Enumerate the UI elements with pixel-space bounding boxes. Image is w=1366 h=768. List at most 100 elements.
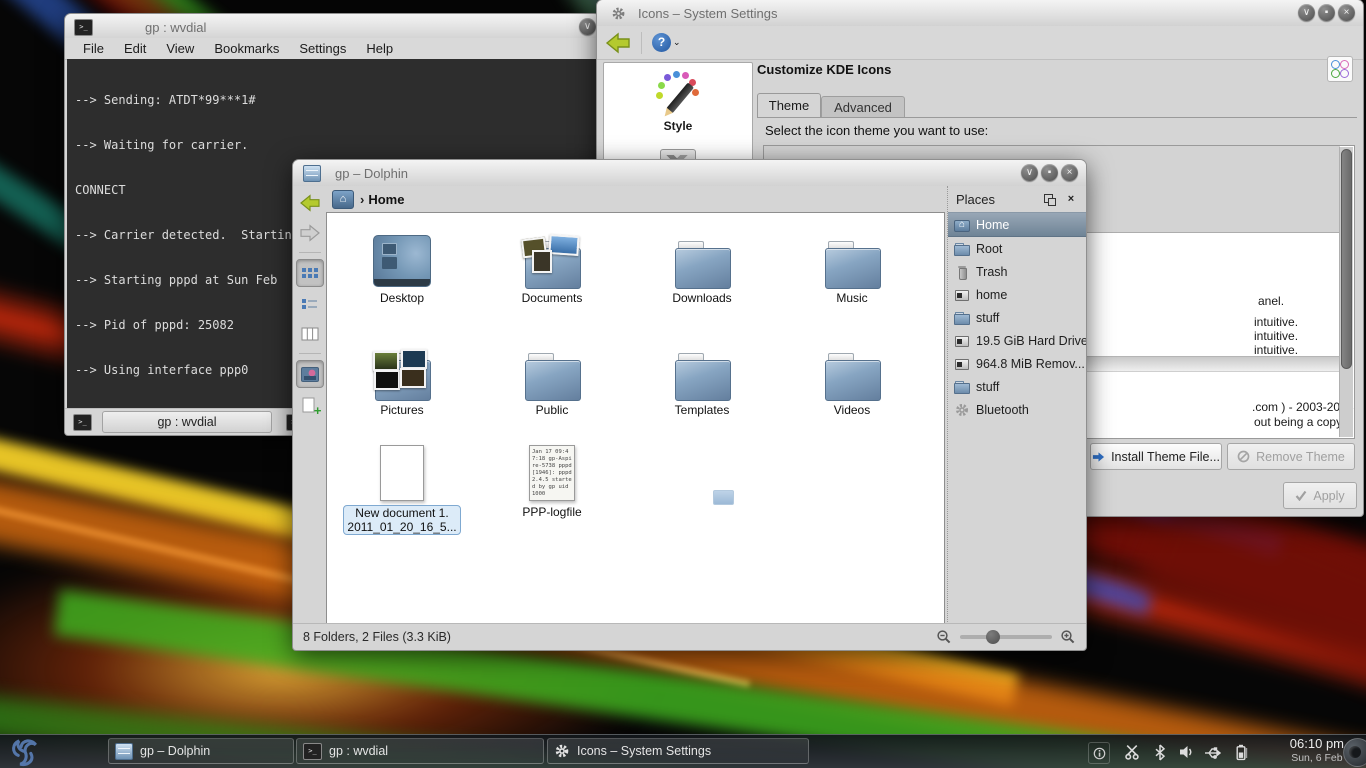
back-button[interactable] (297, 190, 323, 216)
task-wvdial[interactable]: >_ gp : wvdial (296, 738, 544, 764)
maximize-button[interactable]: ▪ (1318, 4, 1335, 21)
places-panel: Places × Home Root Trash home stuff 19.5… (947, 186, 1086, 624)
place-item-trash[interactable]: Trash (948, 260, 1086, 283)
system-settings-window-title: Icons – System Settings (638, 6, 777, 21)
install-icon (1092, 451, 1105, 463)
place-item-home-partition[interactable]: home (948, 283, 1086, 306)
list-scrollbar-thumb[interactable] (1341, 149, 1352, 369)
minimize-button[interactable]: ∨ (579, 18, 596, 35)
icons-view-icon (302, 268, 306, 272)
apply-button[interactable]: Apply (1283, 482, 1357, 509)
folder-icon (954, 379, 970, 395)
breadcrumb-home-icon[interactable]: ⌂ (332, 190, 354, 209)
sidebar-item-style[interactable]: Style (604, 71, 752, 133)
zoom-out-icon[interactable] (936, 629, 952, 645)
place-item-stuff-2[interactable]: stuff (948, 375, 1086, 398)
remove-theme-button[interactable]: Remove Theme (1227, 443, 1355, 470)
preview-button[interactable] (296, 360, 324, 388)
place-item-hard-drive[interactable]: 19.5 GiB Hard Drive (948, 329, 1086, 352)
back-button[interactable] (605, 32, 631, 54)
notifications-icon[interactable] (1088, 742, 1110, 764)
folder-icon (825, 241, 879, 287)
close-button[interactable]: × (1061, 164, 1078, 181)
icons-view-button[interactable] (296, 259, 324, 287)
panel-close-button[interactable]: × (1064, 192, 1078, 206)
help-dropdown-arrow[interactable]: ⌄ (673, 37, 681, 48)
list-scrollbar[interactable] (1339, 147, 1353, 437)
panel-toolbox-cashew[interactable] (1343, 738, 1366, 767)
file-label: Music (787, 291, 917, 305)
minimize-button[interactable]: ∨ (1298, 4, 1315, 21)
terminal-icon: >_ (303, 743, 322, 760)
install-theme-button[interactable]: Install Theme File... (1090, 443, 1222, 470)
folder-icon (954, 241, 970, 257)
tab-advanced[interactable]: Advanced (821, 96, 905, 118)
file-item-pictures[interactable]: Pictures (337, 333, 467, 417)
columns-view-button[interactable] (297, 321, 323, 347)
forward-button[interactable] (297, 220, 323, 246)
bluetooth-icon[interactable] (1150, 742, 1170, 762)
folder-icon (525, 353, 579, 399)
battery-icon[interactable] (1232, 742, 1252, 762)
panel-float-button[interactable] (1042, 192, 1056, 206)
close-button[interactable]: × (1338, 4, 1355, 21)
clipboard-icon[interactable] (1122, 742, 1142, 762)
place-item-stuff[interactable]: stuff (948, 306, 1086, 329)
trash-icon (954, 264, 970, 280)
help-button[interactable]: ? (652, 33, 671, 52)
new-tab-button[interactable]: >_ (73, 414, 92, 431)
theme-description-fragment: intuitive. (1254, 343, 1298, 357)
menu-bookmarks[interactable]: Bookmarks (214, 41, 279, 56)
file-label: Templates (637, 403, 767, 417)
file-item-downloads[interactable]: Downloads (637, 221, 767, 305)
place-item-root[interactable]: Root (948, 237, 1086, 260)
maximize-button[interactable]: ▪ (1041, 164, 1058, 181)
dolphin-file-view[interactable]: Desktop Documents Downloads Music (326, 212, 945, 624)
tab-theme[interactable]: Theme (757, 93, 821, 118)
device-notifier-icon[interactable] (1202, 742, 1222, 762)
file-item-music[interactable]: Music (787, 221, 917, 305)
task-system-settings[interactable]: Icons – System Settings (547, 738, 809, 764)
theme-description-fragment: intuitive. (1254, 315, 1298, 329)
file-item-desktop[interactable]: Desktop (337, 221, 467, 305)
desktop: >_ gp : wvdial ∨ ▪ × File Edit View Book… (0, 0, 1366, 768)
place-item-removable[interactable]: 964.8 MiB Remov... (948, 352, 1086, 375)
place-item-bluetooth[interactable]: Bluetooth (948, 398, 1086, 421)
terminal-menubar: File Edit View Bookmarks Settings Help (65, 38, 600, 60)
dolphin-window: gp – Dolphin ∨ ▪ × ⌂ › Home (293, 160, 1086, 650)
file-item-videos[interactable]: Videos (787, 333, 917, 417)
status-text: 8 Folders, 2 Files (3.3 KiB) (303, 630, 451, 644)
breadcrumb-home-label[interactable]: Home (368, 192, 404, 207)
minimize-button[interactable]: ∨ (1021, 164, 1038, 181)
file-item-ppp-logfile[interactable]: Jan 17 09:47:18 gp-Aspire-5738 pppd[1946… (487, 435, 617, 519)
menu-view[interactable]: View (166, 41, 194, 56)
zoom-slider-handle[interactable] (986, 630, 1000, 644)
system-settings-titlebar[interactable]: Icons – System Settings ∨ ▪ × (597, 0, 1363, 26)
menu-file[interactable]: File (83, 41, 104, 56)
file-item-documents[interactable]: Documents (487, 221, 617, 305)
launcher-logo[interactable] (5, 736, 45, 767)
file-item-public[interactable]: Public (487, 333, 617, 417)
theme-description-fragment: anel. (1258, 294, 1284, 308)
settings-page-title: Customize KDE Icons (757, 62, 891, 77)
menu-settings[interactable]: Settings (299, 41, 346, 56)
toolbar-separator (299, 353, 321, 354)
task-dolphin[interactable]: gp – Dolphin (108, 738, 294, 764)
terminal-tab[interactable]: gp : wvdial (102, 411, 272, 433)
zoom-slider[interactable] (960, 635, 1052, 639)
file-item-new-document[interactable]: New document 1.2011_01_20_16_5... (337, 435, 467, 535)
zoom-in-icon[interactable] (1060, 629, 1076, 645)
clock[interactable]: 06:10 pm Sun, 6 Feb (1290, 737, 1344, 765)
desktop-folder-icon (373, 235, 431, 287)
file-item-templates[interactable]: Templates (637, 333, 767, 417)
place-item-home[interactable]: Home (948, 212, 1086, 237)
menu-edit[interactable]: Edit (124, 41, 146, 56)
volume-icon[interactable] (1176, 742, 1196, 762)
menu-help[interactable]: Help (366, 41, 393, 56)
dolphin-titlebar[interactable]: gp – Dolphin ∨ ▪ × (293, 160, 1086, 186)
details-view-button[interactable] (297, 291, 323, 317)
split-view-button[interactable]: + (297, 392, 323, 418)
terminal-titlebar[interactable]: >_ gp : wvdial ∨ ▪ × (65, 14, 600, 40)
clock-time: 06:10 pm (1290, 737, 1344, 751)
folder-icon (675, 241, 729, 287)
